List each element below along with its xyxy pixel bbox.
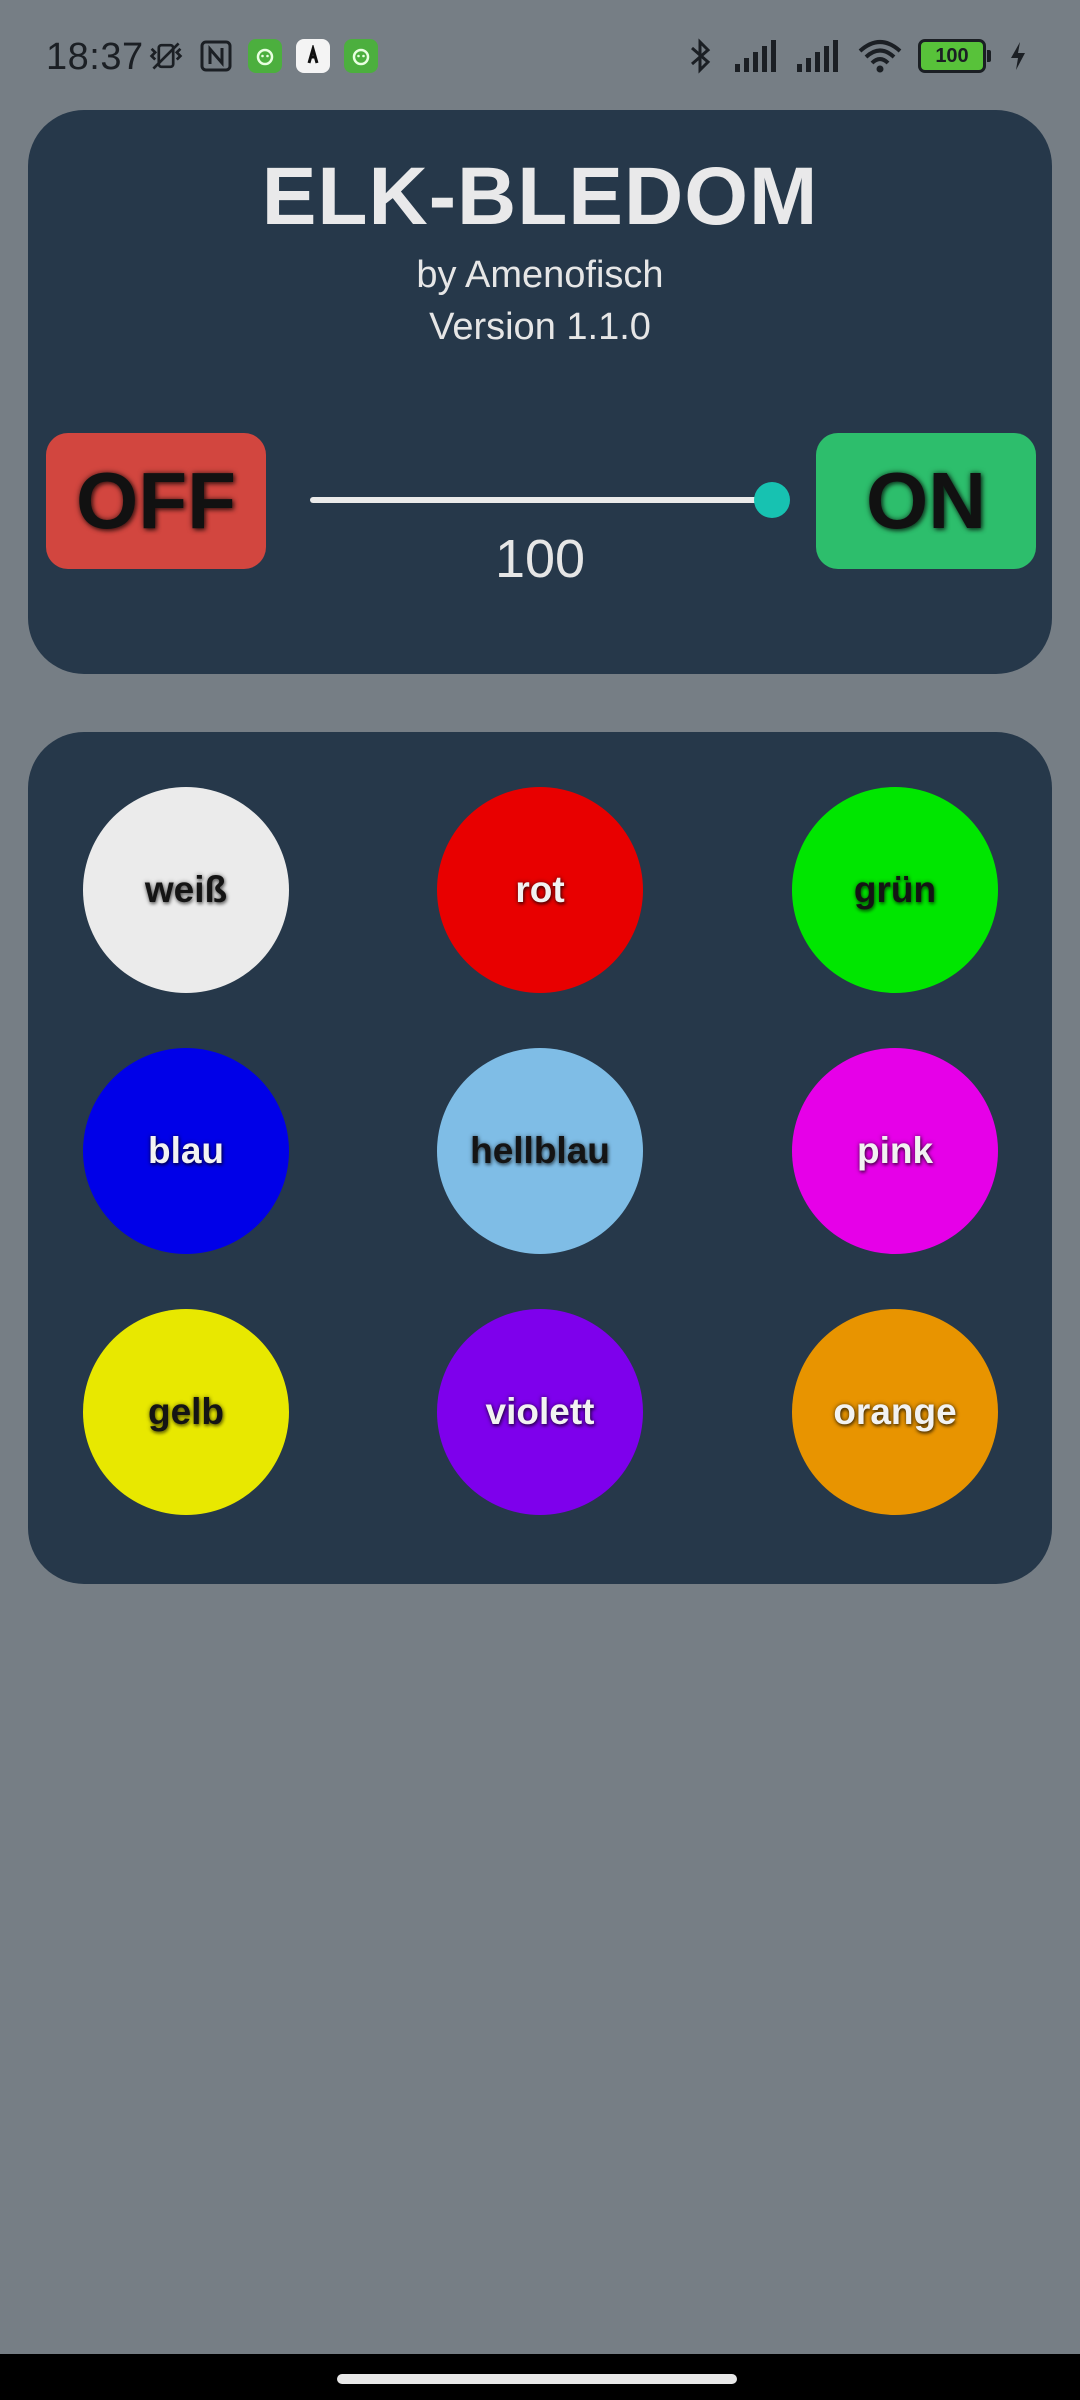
- slider-track: [310, 497, 772, 503]
- brightness-value: 100: [494, 529, 586, 589]
- app-version: Version 1.1.0: [429, 306, 651, 348]
- signal-icon: [732, 38, 780, 74]
- vibrate-off-icon: [148, 38, 184, 74]
- charging-icon: [1006, 38, 1030, 74]
- color-label: weiß: [144, 869, 228, 910]
- color-label: pink: [856, 1130, 934, 1171]
- color-label: rot: [515, 869, 565, 910]
- color-button-orange[interactable]: orange: [792, 1309, 998, 1515]
- battery-icon: 100: [918, 39, 991, 73]
- color-label: blau: [147, 1130, 225, 1171]
- wifi-icon: [856, 38, 904, 74]
- home-gesture-bar[interactable]: [337, 2374, 737, 2384]
- color-button-gelb[interactable]: gelb: [83, 1309, 289, 1515]
- color-label: hellblau: [470, 1130, 610, 1171]
- app-notification-icon: [296, 39, 330, 73]
- status-left-icons: [148, 38, 378, 74]
- color-label: gelb: [147, 1391, 225, 1432]
- status-right-icons: 100: [682, 38, 1030, 74]
- color-button-gruen[interactable]: grün: [792, 787, 998, 993]
- color-button-pink[interactable]: pink: [792, 1048, 998, 1254]
- app-title: ELK-BLEDOM: [261, 151, 819, 242]
- color-button-blau[interactable]: blau: [83, 1048, 289, 1254]
- status-time: 18:37: [46, 36, 144, 78]
- color-button-weiss[interactable]: weiß: [83, 787, 289, 993]
- color-button-hellblau[interactable]: hellblau: [437, 1048, 643, 1254]
- color-label: orange: [833, 1391, 957, 1432]
- nfc-icon: [198, 38, 234, 74]
- app-notification-icon: [248, 39, 282, 73]
- navigation-bar: [0, 2354, 1080, 2400]
- signal-icon: [794, 38, 842, 74]
- color-label: violett: [485, 1391, 595, 1432]
- app-notification-icon: [344, 39, 378, 73]
- color-label: grün: [853, 869, 937, 910]
- slider-thumb[interactable]: [754, 482, 790, 518]
- bluetooth-icon: [682, 38, 718, 74]
- color-button-violett[interactable]: violett: [437, 1309, 643, 1515]
- brightness-slider[interactable]: [310, 480, 790, 520]
- battery-level: 100: [935, 44, 969, 67]
- app-byline: by Amenofisch: [416, 254, 664, 296]
- color-button-rot[interactable]: rot: [437, 787, 643, 993]
- status-bar: 18:37 100: [0, 0, 1080, 110]
